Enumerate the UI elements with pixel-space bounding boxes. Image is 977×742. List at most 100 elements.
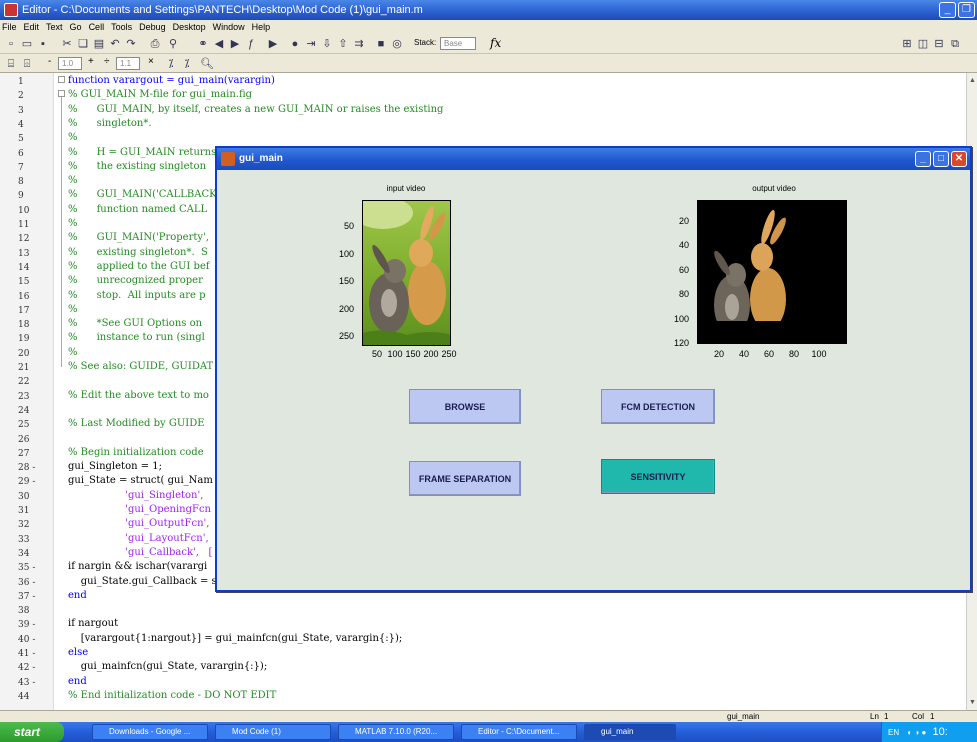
decrement-button[interactable]: - bbox=[48, 56, 51, 67]
continue-icon[interactable]: ⇉ bbox=[352, 37, 366, 51]
evaluate-advance-icon[interactable]: ⌹ bbox=[20, 57, 34, 71]
cell-value-input-1[interactable]: 1.0 bbox=[58, 57, 82, 70]
browse-button[interactable]: BROWSE bbox=[409, 389, 521, 424]
taskbar-item-label: Downloads - Google ... bbox=[109, 727, 191, 736]
fold-toggle-icon[interactable] bbox=[58, 90, 65, 97]
menu-item-text[interactable]: Text bbox=[46, 22, 63, 32]
close-icon[interactable]: ✕ bbox=[951, 151, 967, 167]
line-number: 30 bbox=[18, 491, 30, 502]
code-line: 'gui_Singleton', bbox=[68, 489, 204, 501]
print-icon[interactable]: ⎙ bbox=[148, 37, 162, 51]
language-indicator[interactable]: EN bbox=[888, 728, 899, 737]
menu-item-edit[interactable]: Edit bbox=[24, 22, 40, 32]
function-browser-icon[interactable]: ƒ bbox=[244, 37, 258, 51]
undo-icon[interactable]: ↶ bbox=[108, 37, 122, 51]
menu-item-debug[interactable]: Debug bbox=[139, 22, 166, 32]
add-button[interactable]: + bbox=[88, 56, 94, 67]
y-tick-label: 120 bbox=[673, 338, 689, 348]
code-line: gui_mainfcn(gui_State, varargin{:}); bbox=[68, 661, 268, 673]
copy-icon[interactable]: ❏ bbox=[76, 37, 90, 51]
fx-icon[interactable]: fx bbox=[490, 36, 501, 50]
cell-tool-2-icon[interactable]: ⁒ bbox=[180, 57, 194, 71]
code-line: % instance to run (singl bbox=[68, 332, 205, 344]
sensitivity-button[interactable]: SENSITIVITY bbox=[601, 459, 715, 494]
stack-dropdown[interactable]: Base bbox=[440, 37, 476, 50]
line-number: 23 bbox=[18, 391, 30, 402]
code-line: % bbox=[68, 218, 78, 229]
step-out-icon[interactable]: ⇧ bbox=[336, 37, 350, 51]
step-in-icon[interactable]: ⇩ bbox=[320, 37, 334, 51]
menu-item-tools[interactable]: Tools bbox=[111, 22, 132, 32]
restore-icon[interactable]: ❐ bbox=[958, 2, 975, 18]
scroll-down-icon[interactable]: ▼ bbox=[969, 699, 976, 706]
y-tick-label: 80 bbox=[678, 289, 689, 300]
find-icon[interactable]: ⚲ bbox=[166, 37, 180, 51]
evaluate-cell-icon[interactable]: ⌸ bbox=[4, 57, 18, 71]
x-tick-label: 100 bbox=[387, 349, 403, 359]
code-line: % unrecognized proper bbox=[68, 275, 203, 287]
run-icon[interactable]: ▶ bbox=[266, 37, 280, 51]
float-window-icon[interactable]: ⧉ bbox=[948, 37, 962, 51]
step-icon[interactable]: ⇥ bbox=[304, 37, 318, 51]
line-number: 27 bbox=[18, 448, 30, 459]
code-line: 'gui_OpeningFcn bbox=[68, 504, 211, 515]
tile-layout-icon[interactable]: ⊞ bbox=[900, 37, 914, 51]
menu-item-file[interactable]: File bbox=[2, 22, 17, 32]
y-tick-label: 40 bbox=[678, 240, 689, 251]
gui-title-bar[interactable]: gui_main _ □ ✕ bbox=[217, 148, 970, 170]
cell-value-input-2[interactable]: 1.1 bbox=[116, 57, 140, 70]
new-file-icon[interactable]: ▫ bbox=[4, 37, 18, 51]
menu-item-cell[interactable]: Cell bbox=[89, 22, 105, 32]
binoculars-icon[interactable]: ⚭ bbox=[196, 37, 210, 51]
code-line: % GUI_MAIN M-file for gui_main.fig bbox=[68, 89, 253, 101]
split-horizontal-icon[interactable]: ⊟ bbox=[932, 37, 946, 51]
start-button[interactable]: start bbox=[0, 722, 64, 742]
line-number: 4 bbox=[18, 119, 24, 130]
line-number: 43 - bbox=[18, 677, 36, 688]
code-line: 'gui_OutputFcn', bbox=[68, 518, 210, 530]
menu-item-go[interactable]: Go bbox=[70, 22, 82, 32]
forward-arrow-icon[interactable]: ▶ bbox=[228, 37, 242, 51]
fold-toggle-icon[interactable] bbox=[58, 76, 65, 83]
exit-debug-icon[interactable]: ■ bbox=[374, 37, 388, 51]
menu-item-help[interactable]: Help bbox=[252, 22, 271, 32]
paste-icon[interactable]: ▤ bbox=[92, 37, 106, 51]
code-line: % *See GUI Options on bbox=[68, 318, 203, 330]
fold-line bbox=[61, 97, 62, 367]
clear-breakpoints-icon[interactable]: ◎ bbox=[390, 37, 404, 51]
scroll-up-icon[interactable]: ▲ bbox=[969, 77, 976, 84]
taskbar-item-mod-code[interactable]: Mod Code (1) bbox=[215, 724, 331, 740]
code-line: % singleton*. bbox=[68, 117, 152, 129]
code-line: else bbox=[68, 647, 89, 658]
cut-icon[interactable]: ✂ bbox=[60, 37, 74, 51]
taskbar-item-matlab[interactable]: MATLAB 7.10.0 (R20... bbox=[338, 724, 454, 740]
multiply-button[interactable]: × bbox=[148, 56, 154, 67]
back-arrow-icon[interactable]: ◀ bbox=[212, 37, 226, 51]
code-line: % Last Modified by GUIDE bbox=[68, 418, 205, 430]
taskbar-item-editor[interactable]: Editor - C:\Document... bbox=[461, 724, 577, 740]
taskbar-item-downloads[interactable]: Downloads - Google ... bbox=[92, 724, 208, 740]
maximize-icon[interactable]: □ bbox=[933, 151, 949, 167]
start-label: start bbox=[14, 725, 41, 739]
breakpoint-icon[interactable]: ● bbox=[288, 37, 302, 51]
line-number: 21 bbox=[18, 363, 30, 373]
minimize-icon[interactable]: _ bbox=[915, 151, 931, 167]
fcm-detection-button[interactable]: FCM DETECTION bbox=[601, 389, 715, 424]
line-number: 33 bbox=[18, 534, 30, 545]
split-vertical-icon[interactable]: ◫ bbox=[916, 37, 930, 51]
menu-item-desktop[interactable]: Desktop bbox=[173, 22, 206, 32]
cell-tool-icon[interactable]: ⁒ bbox=[164, 57, 178, 71]
code-line: function varargout = gui_main(varargin) bbox=[68, 75, 275, 86]
menu-item-window[interactable]: Window bbox=[213, 22, 245, 32]
taskbar-item-gui-main[interactable]: gui_main bbox=[584, 724, 676, 740]
open-folder-icon[interactable]: ▭ bbox=[20, 37, 34, 51]
redo-icon[interactable]: ↷ bbox=[124, 37, 138, 51]
zoom-icon[interactable]: 🔍︎ bbox=[200, 57, 214, 71]
minimize-icon[interactable]: _ bbox=[939, 2, 956, 18]
save-icon[interactable]: ▪ bbox=[36, 37, 50, 51]
line-number: 28 - bbox=[18, 463, 36, 474]
clock[interactable]: 10: bbox=[933, 726, 948, 738]
divide-button[interactable]: ÷ bbox=[104, 56, 110, 67]
frame-separation-button[interactable]: FRAME SEPARATION bbox=[409, 461, 521, 496]
editor-title-bar[interactable]: Editor - C:\Documents and Settings\PANTE… bbox=[0, 0, 977, 20]
